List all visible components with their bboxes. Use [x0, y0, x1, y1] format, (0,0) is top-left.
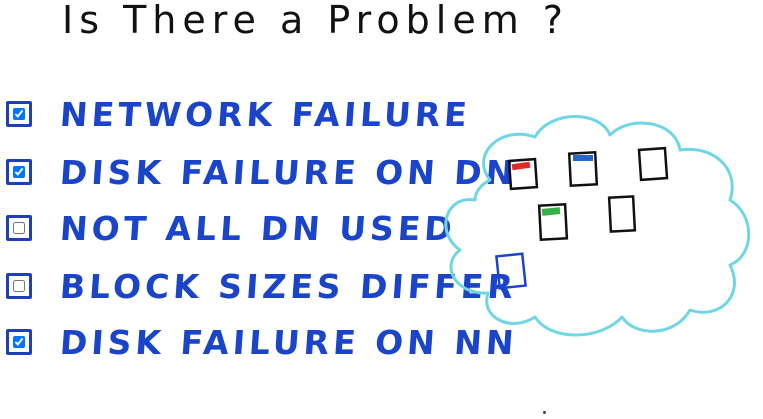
- block-sizes-differ-checkbox[interactable]: [13, 280, 25, 292]
- checkbox-frame: [6, 101, 32, 127]
- page-title: Is There a Problem ?: [62, 0, 569, 42]
- checklist-item-not-all-dn-used: NOT ALL DN USED: [6, 206, 458, 250]
- checkbox-frame: [6, 329, 32, 355]
- network-failure-checkbox[interactable]: [13, 108, 25, 120]
- block-color-bar: [541, 207, 561, 216]
- block-color-bar: [511, 161, 531, 171]
- checklist-item-network-failure: NETWORK FAILURE: [6, 92, 473, 136]
- checklist-label: NETWORK FAILURE: [58, 94, 473, 134]
- data-block: [495, 252, 527, 290]
- checkbox-frame: [6, 273, 32, 299]
- block-color-bar: [573, 155, 593, 161]
- disk-failure-dn-checkbox[interactable]: [13, 166, 25, 178]
- data-block: [607, 195, 637, 233]
- stray-dot: [543, 411, 546, 414]
- data-block: [537, 203, 569, 241]
- data-block: [567, 151, 599, 187]
- cluster-cloud: [444, 115, 751, 337]
- data-block: [637, 146, 669, 182]
- checklist-label: NOT ALL DN USED: [58, 208, 458, 248]
- checkbox-frame: [6, 159, 32, 185]
- disk-failure-nn-checkbox[interactable]: [13, 336, 25, 348]
- data-block: [507, 157, 539, 191]
- not-all-dn-used-checkbox[interactable]: [13, 222, 25, 234]
- checkbox-frame: [6, 215, 32, 241]
- cloud-outline: [444, 115, 751, 337]
